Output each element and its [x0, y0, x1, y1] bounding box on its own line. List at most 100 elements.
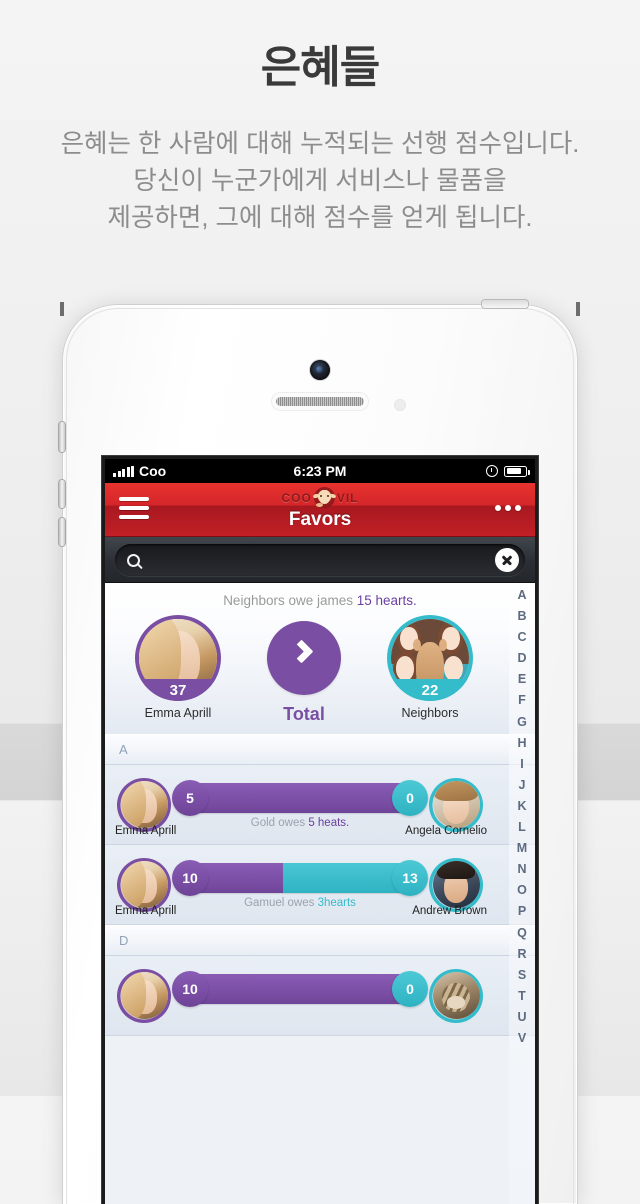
- summary-right-name: Neighbors: [401, 706, 459, 720]
- caption-prefix: Gold owes: [250, 816, 306, 829]
- row-left-name: Emma Aprill: [115, 825, 177, 837]
- index-letter[interactable]: N: [517, 859, 526, 880]
- cat-avatar[interactable]: [429, 969, 483, 1023]
- page-title: 은혜들: [260, 43, 380, 92]
- mute-switch[interactable]: [59, 422, 65, 452]
- favor-caption: Gold owes 5 heats.: [175, 817, 425, 829]
- caption-highlight: 3hearts: [317, 896, 356, 909]
- chevron-right-icon: [289, 639, 314, 664]
- right-value-knob: 0: [392, 970, 428, 1007]
- promo-subtitle-line-2: 당신이 누군가에게 서비스나 물품을: [133, 167, 507, 196]
- right-value-knob: 0: [392, 779, 428, 816]
- index-letter[interactable]: J: [519, 775, 526, 796]
- index-letter[interactable]: C: [517, 627, 526, 648]
- total-button[interactable]: [267, 621, 341, 695]
- favors-list: A B C D E F G H I J K L M N O P Q R S T: [105, 583, 535, 1204]
- clear-icon[interactable]: [495, 548, 519, 572]
- more-options-icon[interactable]: [495, 505, 521, 511]
- andrew-avatar[interactable]: [429, 858, 483, 912]
- battery-icon: [504, 465, 530, 477]
- index-letter[interactable]: G: [517, 712, 527, 733]
- index-letter[interactable]: A: [517, 585, 526, 606]
- index-letter[interactable]: K: [517, 796, 526, 817]
- promo-header: 은혜들 은혜는 한 사람에 대해 누적되는 선행 점수입니다. 당신이 누군가에…: [0, 0, 640, 237]
- index-letter[interactable]: B: [517, 606, 526, 627]
- index-letter[interactable]: D: [517, 648, 526, 669]
- summary-text: Neighbors owe james 15 hearts.: [105, 593, 535, 608]
- row-left-name: Emma Aprill: [115, 905, 177, 917]
- favor-caption: Gamuel owes 3hearts: [175, 897, 425, 909]
- emma-avatar[interactable]: [117, 858, 171, 912]
- navbar-title: Favors: [288, 509, 352, 530]
- section-header-d: D: [105, 925, 535, 956]
- index-letter[interactable]: H: [517, 733, 526, 754]
- index-letter[interactable]: S: [518, 965, 526, 986]
- index-letter[interactable]: R: [517, 944, 526, 965]
- logo-text-right: VIL: [336, 490, 359, 505]
- neighbors-group-avatar: 22: [387, 615, 473, 701]
- index-letter[interactable]: V: [518, 1028, 526, 1049]
- emma-avatar: 37: [135, 615, 221, 701]
- app-logo: COO VIL: [105, 483, 535, 508]
- search-bar: [105, 537, 535, 583]
- search-input[interactable]: [149, 552, 491, 568]
- cow-head-icon: [313, 487, 335, 508]
- status-time: 6:23 PM: [293, 463, 347, 479]
- index-letter[interactable]: M: [517, 838, 527, 859]
- phone-screen: Coo 6:23 PM COO VIL Favors A B C D E F G…: [105, 459, 535, 1204]
- antenna-band-left: [60, 302, 64, 316]
- index-letter[interactable]: U: [517, 1007, 526, 1028]
- volume-up-button[interactable]: [59, 480, 65, 508]
- status-right: [486, 465, 530, 477]
- caption-highlight: 5 heats.: [308, 816, 350, 829]
- left-value-knob: 5: [172, 779, 208, 816]
- total-label: Total: [283, 704, 325, 724]
- row-right-name: Andrew Brown: [412, 905, 487, 917]
- index-letter[interactable]: F: [518, 690, 526, 711]
- volume-down-button[interactable]: [59, 518, 65, 546]
- index-letter[interactable]: I: [520, 754, 523, 775]
- favor-bar-track: [175, 973, 425, 1004]
- power-button[interactable]: [482, 300, 528, 308]
- caption-prefix: Gamuel owes: [244, 896, 315, 909]
- favor-bar[interactable]: 10 0: [172, 970, 428, 1018]
- proximity-sensor: [394, 399, 406, 411]
- summary-total[interactable]: Total: [254, 615, 354, 725]
- left-value-knob: 10: [172, 859, 208, 896]
- row-right-name: Angela Cornelio: [405, 825, 487, 837]
- status-bar: Coo 6:23 PM: [105, 459, 535, 483]
- index-letter[interactable]: L: [518, 817, 526, 838]
- index-letter[interactable]: E: [518, 669, 526, 690]
- table-row[interactable]: Emma Aprill 10 13 Gamuel owes 3hearts An…: [105, 845, 535, 925]
- promo-subtitle-line-3: 제공하면, 그에 대해 점수를 얻게 됩니다.: [107, 203, 533, 232]
- left-value-knob: 10: [172, 970, 208, 1007]
- section-header-a: A: [105, 734, 535, 765]
- favor-bar-track: [175, 862, 425, 893]
- index-letter[interactable]: Q: [517, 923, 527, 944]
- summary-text-highlight: 15 hearts.: [356, 593, 417, 608]
- favor-bar-track: [175, 782, 425, 813]
- alphabet-index[interactable]: A B C D E F G H I J K L M N O P Q R S T: [509, 583, 535, 1204]
- summary-text-prefix: Neighbors owe james: [223, 593, 353, 608]
- promo-subtitle: 은혜는 한 사람에 대해 누적되는 선행 점수입니다. 당신이 누군가에게 서비…: [0, 126, 640, 236]
- index-letter[interactable]: O: [517, 880, 527, 901]
- table-row[interactable]: 10 0: [105, 956, 535, 1036]
- summary-right[interactable]: 22 Neighbors: [380, 615, 480, 720]
- search-field[interactable]: [115, 544, 525, 576]
- summary-panel: Neighbors owe james 15 hearts. 37 Emma A…: [105, 583, 535, 734]
- clock-icon: [486, 465, 498, 477]
- right-count-badge: 22: [387, 679, 473, 701]
- angela-avatar[interactable]: [429, 778, 483, 832]
- index-letter[interactable]: P: [518, 901, 526, 922]
- summary-left[interactable]: 37 Emma Aprill: [128, 615, 228, 720]
- promo-subtitle-line-1: 은혜는 한 사람에 대해 누적되는 선행 점수입니다.: [60, 130, 580, 159]
- emma-avatar[interactable]: [117, 778, 171, 832]
- hamburger-menu-icon[interactable]: [119, 497, 149, 519]
- emma-avatar[interactable]: [117, 969, 171, 1023]
- summary-row: 37 Emma Aprill Total 22 Neighbors: [105, 615, 535, 725]
- table-row[interactable]: Emma Aprill 5 0 Gold owes 5 heats. Angel…: [105, 765, 535, 845]
- index-letter[interactable]: T: [518, 986, 526, 1007]
- favor-bar[interactable]: 5 0 Gold owes 5 heats.: [172, 779, 428, 829]
- app-navbar: COO VIL Favors: [105, 483, 535, 537]
- favor-bar[interactable]: 10 13 Gamuel owes 3hearts: [172, 859, 428, 909]
